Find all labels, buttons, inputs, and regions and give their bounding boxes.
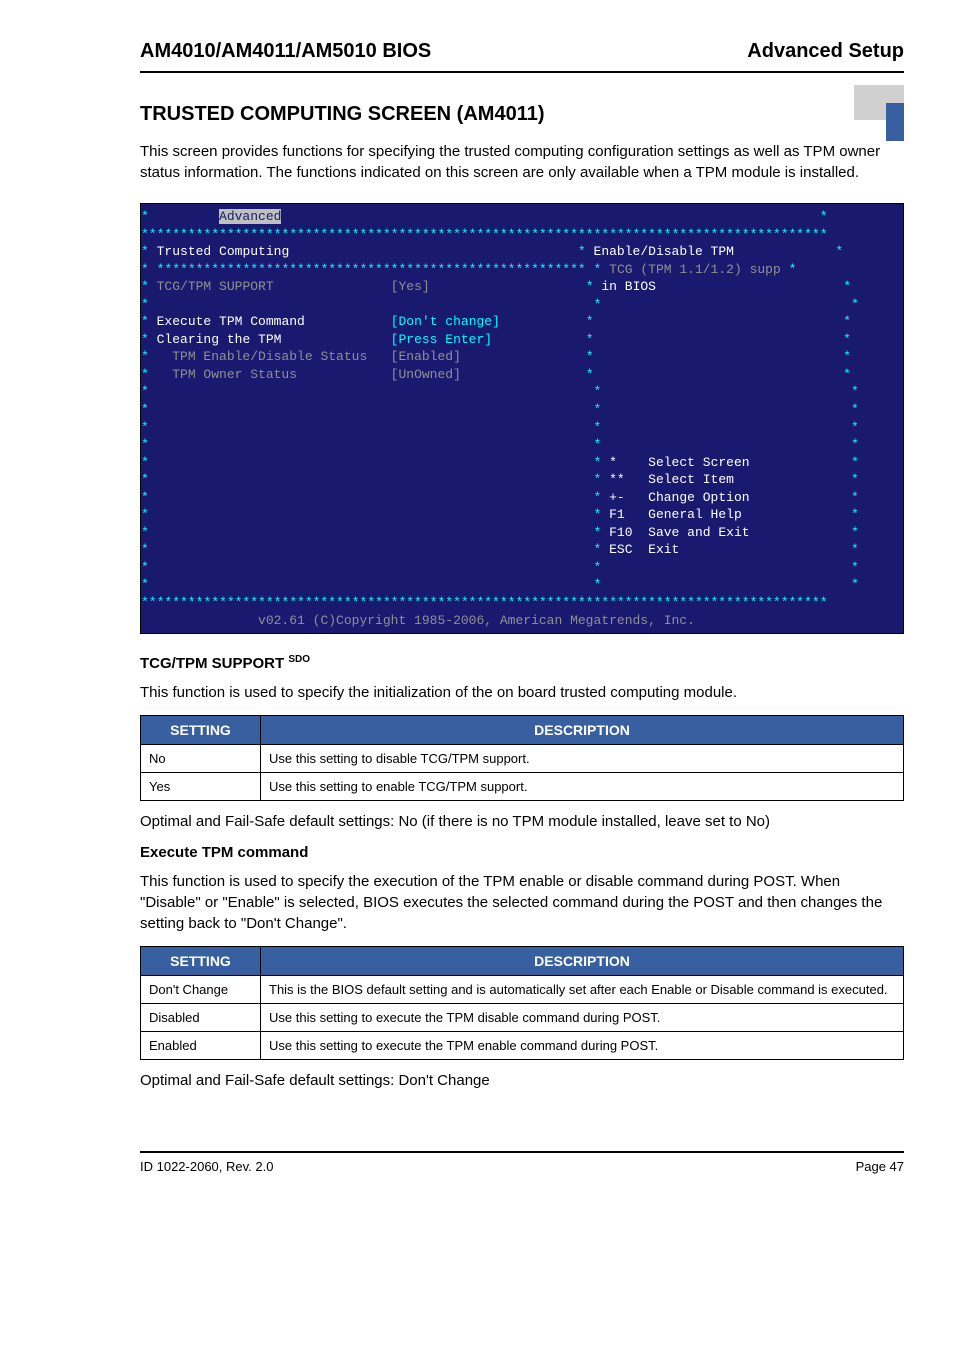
- header-title-left: AM4010/AM4011/AM5010 BIOS: [140, 40, 431, 63]
- tcg-heading: TCG/TPM SUPPORT SDO: [140, 654, 904, 672]
- table-row: Don't Change This is the BIOS default se…: [141, 976, 904, 1004]
- tcg-desc: This function is used to specify the ini…: [140, 682, 904, 703]
- exec-table: SETTING DESCRIPTION Don't Change This is…: [140, 946, 904, 1060]
- table-row: Yes Use this setting to enable TCG/TPM s…: [141, 773, 904, 801]
- bios-tab-advanced: Advanced: [219, 209, 281, 224]
- table-header-description: DESCRIPTION: [261, 947, 904, 976]
- bios-item-tcg: TCG/TPM SUPPORT: [157, 279, 274, 294]
- exec-footnote: Optimal and Fail-Safe default settings: …: [140, 1070, 904, 1091]
- page-footer: ID 1022-2060, Rev. 2.0 Page 47: [140, 1151, 904, 1174]
- tcg-table: SETTING DESCRIPTION No Use this setting …: [140, 715, 904, 801]
- table-header-description: DESCRIPTION: [261, 716, 904, 745]
- table-row: Enabled Use this setting to execute the …: [141, 1032, 904, 1060]
- exec-heading: Execute TPM command: [140, 844, 904, 861]
- table-row: No Use this setting to disable TCG/TPM s…: [141, 745, 904, 773]
- table-header-setting: SETTING: [141, 716, 261, 745]
- bios-copyright: v02.61 (C)Copyright 1985-2006, American …: [258, 613, 695, 628]
- bios-panel-title: Trusted Computing: [157, 244, 290, 259]
- page-header: AM4010/AM4011/AM5010 BIOS Advanced Setup: [140, 40, 904, 73]
- exec-desc: This function is used to specify the exe…: [140, 871, 904, 934]
- header-title-right: Advanced Setup: [747, 40, 904, 63]
- bios-item-exec: Execute TPM Command: [157, 314, 305, 329]
- bios-screenshot: * Advanced * ***************************…: [140, 203, 904, 634]
- table-header-setting: SETTING: [141, 947, 261, 976]
- footer-page: Page 47: [856, 1159, 904, 1174]
- footer-id: ID 1022-2060, Rev. 2.0: [140, 1159, 273, 1174]
- table-row: Disabled Use this setting to execute the…: [141, 1004, 904, 1032]
- bios-item-owner: TPM Owner Status: [172, 367, 297, 382]
- corner-logo: [844, 85, 904, 135]
- section-title: TRUSTED COMPUTING SCREEN (AM4011): [140, 103, 904, 126]
- intro-paragraph: This screen provides functions for speci…: [140, 141, 904, 183]
- bios-item-status: TPM Enable/Disable Status: [172, 349, 367, 364]
- tcg-footnote: Optimal and Fail-Safe default settings: …: [140, 811, 904, 832]
- bios-item-clear: Clearing the TPM: [157, 332, 282, 347]
